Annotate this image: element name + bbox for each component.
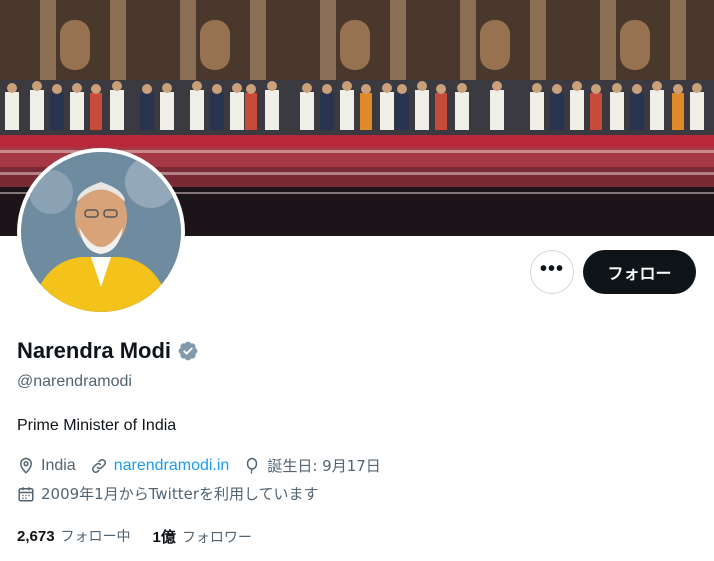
balloon-icon (247, 457, 258, 474)
followers-count: 1億 (152, 529, 176, 546)
profile-bio: Prime Minister of India (17, 417, 177, 434)
profile-meta-row: India narendramodi.in 誕生日: 9月17日 (17, 455, 395, 476)
display-name: Narendra Modi (17, 338, 172, 363)
birthday-text: 誕生日: 9月17日 (267, 457, 381, 475)
more-icon: ••• (539, 258, 564, 280)
joined-date-row: 2009年1月からTwitterを利用しています (17, 483, 319, 504)
location-text: India (41, 456, 76, 474)
website-link[interactable]: narendramodi.in (114, 457, 230, 475)
website-item: narendramodi.in (90, 457, 230, 475)
user-handle: @narendramodi (17, 373, 132, 390)
joined-text: 2009年1月からTwitterを利用しています (41, 485, 319, 503)
follow-button[interactable]: フォロー (583, 250, 696, 294)
follow-stats: 2,673 フォロー中 1億 フォロワー (17, 526, 274, 547)
birthday-item: 誕生日: 9月17日 (243, 455, 381, 476)
link-icon (91, 458, 106, 473)
avatar-photo (21, 152, 181, 312)
following-stat[interactable]: 2,673 フォロー中 (17, 526, 131, 547)
location-pin-icon (19, 457, 33, 474)
following-count: 2,673 (17, 528, 55, 545)
profile-avatar[interactable] (17, 148, 185, 316)
profile-name-row: Narendra Modi (17, 338, 199, 364)
verified-badge-icon[interactable] (177, 340, 199, 362)
calendar-icon (18, 486, 34, 501)
more-options-button[interactable]: ••• (530, 250, 574, 294)
following-label: フォロー中 (60, 529, 131, 545)
location-item: India (17, 457, 76, 475)
followers-label: フォロワー (181, 530, 252, 546)
followers-stat[interactable]: 1億 フォロワー (153, 526, 252, 547)
